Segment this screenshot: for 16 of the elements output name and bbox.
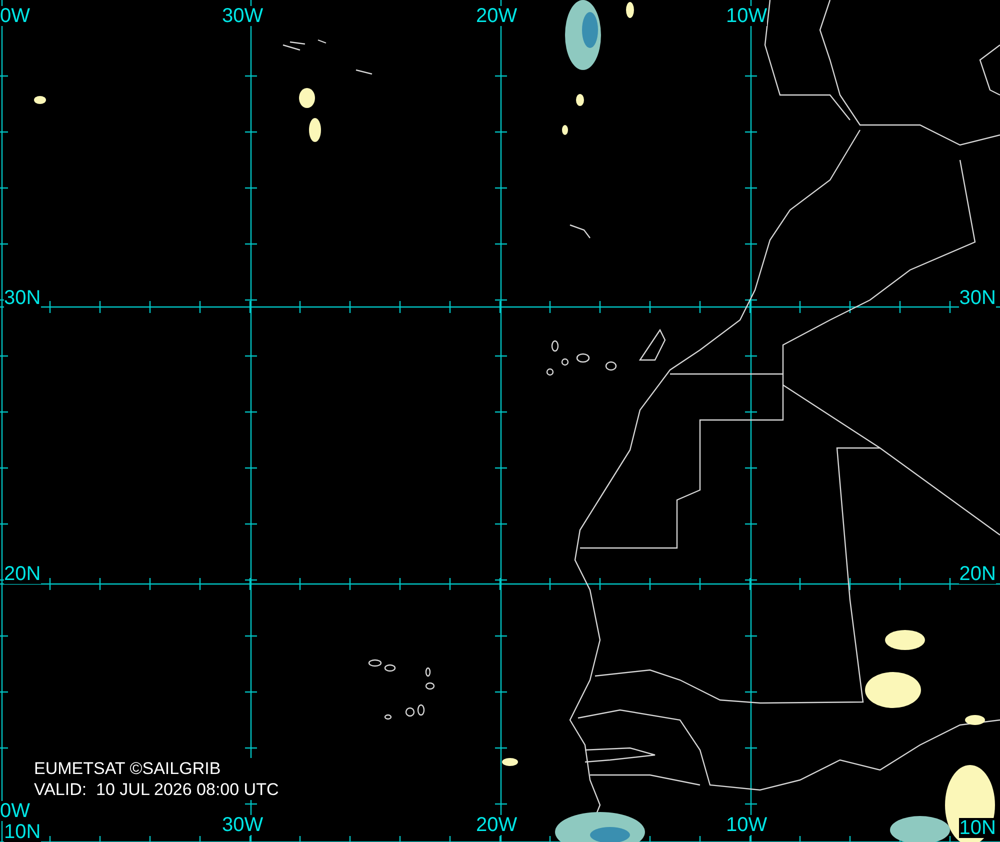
valid-time: VALID: 10 JUL 2026 08:00 UTC: [34, 779, 279, 800]
source-credit: EUMETSAT ©SAILGRIB: [34, 758, 222, 779]
latitude-label: 20N: [4, 564, 41, 584]
longitude-label: 20W: [476, 815, 518, 835]
longitude-label: 20W: [476, 6, 518, 26]
longitude-label: 30W: [222, 6, 264, 26]
longitude-label: 10W: [726, 6, 768, 26]
latitude-label: 30N: [959, 288, 996, 308]
longitude-label: 0W: [0, 6, 30, 26]
latitude-label: 20N: [959, 564, 996, 584]
latitude-label: 10N: [959, 818, 996, 838]
latitude-label: 10N: [4, 822, 41, 842]
longitude-label: 0W: [0, 801, 30, 821]
latitude-label: 30N: [4, 288, 41, 308]
longitude-label: 30W: [222, 815, 264, 835]
longitude-label: 10W: [726, 815, 768, 835]
